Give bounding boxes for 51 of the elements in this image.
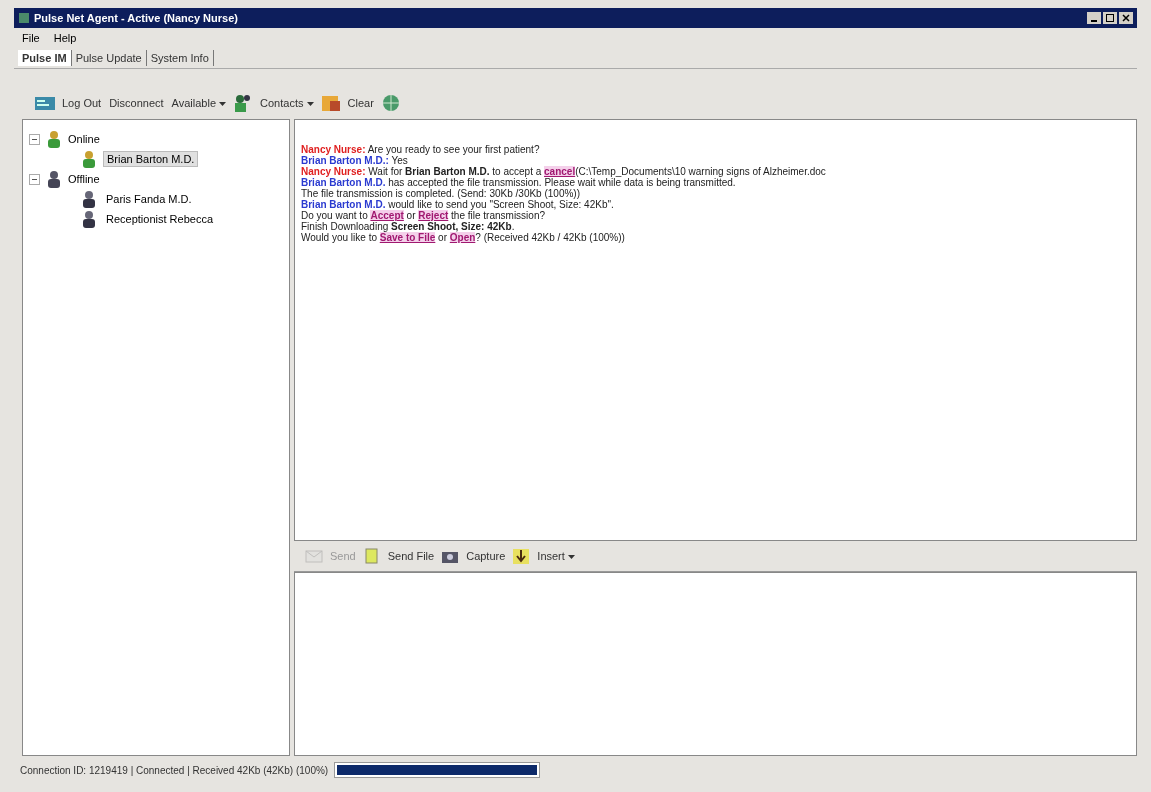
group-label[interactable]: Online — [68, 133, 100, 145]
chat-message: Nancy Nurse: Are you ready to see your first patient? — [301, 144, 541, 155]
link[interactable]: Save to File — [379, 232, 436, 243]
contacts-dropdown[interactable]: Contacts — [258, 95, 316, 111]
close-button[interactable] — [1119, 12, 1133, 24]
app-icon — [18, 12, 30, 24]
person-offline-icon — [46, 170, 62, 188]
collapse-icon[interactable] — [29, 133, 40, 145]
link[interactable]: cancel — [544, 166, 576, 177]
chat-message: Finish Downloading Screen Shoot, Size: 42Kb. — [301, 221, 515, 232]
person-online-icon — [81, 150, 97, 168]
tab[interactable]: Pulse IM — [18, 50, 72, 66]
chat-message: Brian Barton M.D. would like to send you "Screen Shoot, Size: 42Kb". — [301, 199, 615, 210]
menu-item[interactable]: File — [22, 32, 40, 44]
compose-button[interactable]: Insert — [535, 548, 577, 564]
chat-message: Do you want to Accept or Reject the file transmission? — [301, 210, 547, 221]
caret-icon — [306, 102, 314, 107]
chat-message: Brian Barton M.D.: Yes — [301, 155, 409, 166]
tab[interactable]: System Info — [146, 50, 214, 66]
compose-button[interactable]: Capture — [464, 548, 508, 564]
person-offline-icon — [81, 190, 97, 208]
caret-icon — [219, 102, 227, 107]
chat-message: Nancy Nurse: Wait for Brian Barton M.D. to accept a cancel(C:\Temp_Documents\10 warning signs of Alzheimer.doc — [301, 166, 827, 177]
person-online-icon — [46, 130, 62, 148]
window-title: Pulse Net Agent - Active (Nancy Nurse) — [34, 12, 239, 24]
toolbar-button[interactable]: Log Out — [60, 95, 104, 111]
toolbar-button[interactable]: Disconnect — [107, 95, 166, 111]
link[interactable]: Open — [449, 232, 476, 243]
contact-item[interactable]: Receptionist Rebecca — [103, 212, 216, 226]
toolbar-button[interactable]: Clear — [345, 95, 376, 111]
maximize-button[interactable] — [1103, 12, 1117, 24]
link[interactable]: Reject — [418, 210, 449, 221]
collapse-icon[interactable] — [29, 173, 40, 185]
message-input-field[interactable] — [294, 572, 1137, 756]
status-text: Connection ID: 1219419 | Connected | Received 42Kb (42Kb) (100%) — [20, 764, 329, 776]
chat-message: Brian Barton M.D. has accepted the file transmission. Please wait while data is being transmitted. — [301, 177, 736, 188]
caret-icon — [567, 555, 575, 560]
tab[interactable]: Pulse Update — [71, 50, 147, 66]
chat-message: Would you like to Save to File or Open? (Received 42Kb / 42Kb (100%)) — [301, 232, 626, 243]
person-offline-icon — [81, 210, 97, 228]
contact-item[interactable]: Brian Barton M.D. — [103, 151, 199, 167]
close-icon — [1122, 14, 1130, 22]
status-dropdown[interactable]: Available — [169, 95, 229, 111]
minimize-button[interactable] — [1087, 12, 1101, 24]
contact-item[interactable]: Paris Fanda M.D. — [103, 192, 195, 206]
maximize-icon — [1106, 14, 1114, 22]
group-label[interactable]: Offline — [68, 173, 100, 185]
link[interactable]: Accept — [370, 210, 404, 221]
menu-item[interactable]: Help — [53, 32, 77, 44]
compose-button[interactable]: Send File — [385, 548, 437, 564]
chat-message: The file transmission is completed. (Send: 30Kb /30Kb (100%)) — [301, 188, 582, 199]
